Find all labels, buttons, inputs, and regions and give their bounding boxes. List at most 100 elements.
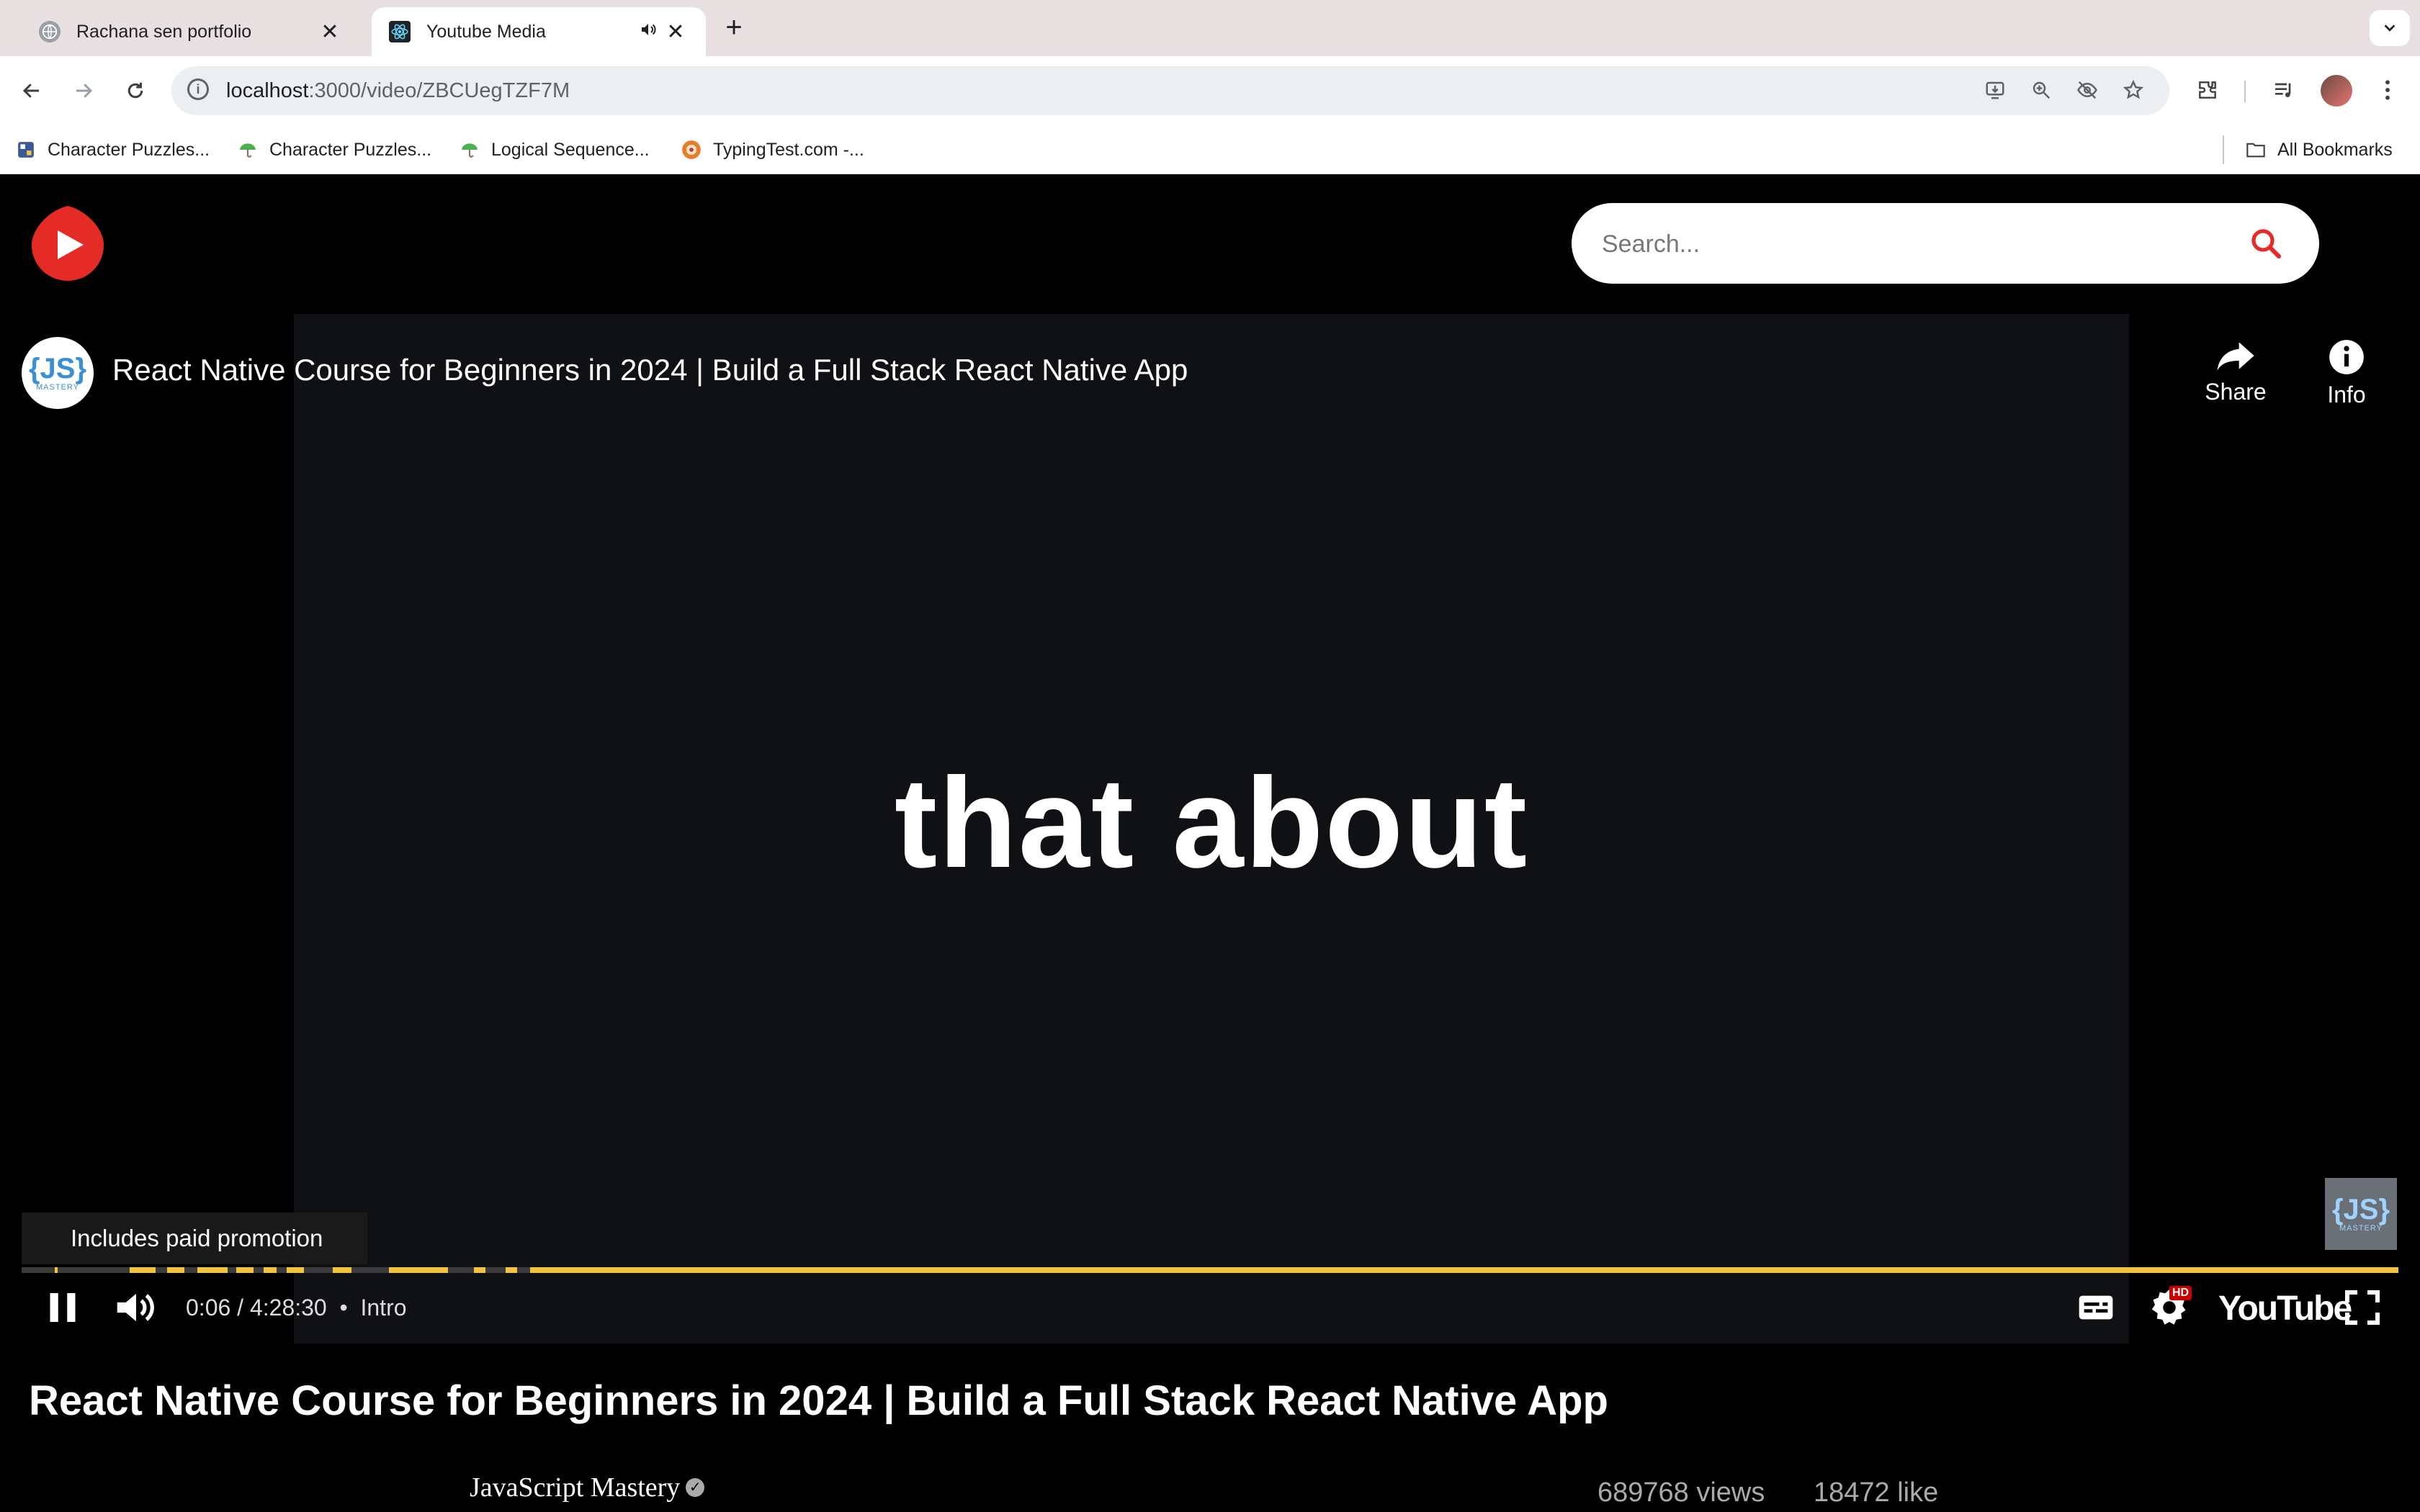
time-total: 4:28:30 — [249, 1295, 327, 1320]
subtitles-icon — [2079, 1295, 2113, 1320]
progress-buffer-segment — [58, 1267, 130, 1273]
eye-off-icon[interactable] — [2073, 79, 2102, 104]
more-menu-icon[interactable] — [2370, 72, 2406, 108]
share-button[interactable]: Share — [2192, 338, 2279, 405]
channel-logo-sub: MASTERY — [36, 383, 79, 392]
bookmark-label: Character Puzzles... — [48, 139, 210, 160]
bookmark-label: TypingTest.com -... — [713, 139, 864, 160]
channel-logo-text: {JS} — [28, 353, 87, 384]
progress-chapter-gap — [304, 1267, 333, 1273]
folder-icon — [2246, 140, 2266, 160]
all-bookmarks-button[interactable]: All Bookmarks — [2246, 137, 2393, 163]
video-caption-text: that about — [894, 751, 1529, 894]
fullscreen-button[interactable] — [2342, 1286, 2385, 1329]
address-bar[interactable]: i localhost:3000/video/ZBCUegTZF7M — [171, 66, 2169, 115]
globe-icon — [39, 21, 60, 42]
progress-chapter-gap — [485, 1267, 506, 1273]
bookmark-logical-sequence[interactable]: Logical Sequence... — [460, 137, 650, 163]
info-icon — [2329, 340, 2364, 374]
url-text: localhost:3000/video/ZBCUegTZF7M — [226, 79, 570, 103]
progress-buffer-segment — [22, 1267, 55, 1273]
video-overlay-title[interactable]: React Native Course for Beginners in 202… — [112, 353, 1188, 387]
zoom-icon[interactable] — [2027, 79, 2056, 104]
tab-rachana-portfolio[interactable]: Rachana sen portfolio ✕ — [22, 7, 360, 56]
url-path: :3000/video/ZBCUegTZF7M — [308, 79, 570, 102]
site-info-icon[interactable]: i — [187, 78, 209, 100]
puzzle-icon — [16, 140, 36, 160]
search-bar — [1572, 203, 2319, 285]
tab-youtube-media[interactable]: Youtube Media ✕ — [372, 7, 706, 56]
progress-chapter-gap — [517, 1267, 530, 1273]
tab-title: Youtube Media — [426, 21, 546, 42]
bookmark-character-puzzles-2[interactable]: Character Puzzles... — [238, 137, 431, 163]
progress-chapter-gap — [448, 1267, 474, 1273]
time-separator-dot: • — [333, 1295, 354, 1320]
progress-chapter-gap — [156, 1267, 167, 1273]
bookmark-character-puzzles-1[interactable]: Character Puzzles... — [16, 137, 210, 163]
close-icon[interactable]: ✕ — [663, 19, 689, 45]
channel-watermark[interactable]: {JS} MASTERY — [2325, 1178, 2397, 1250]
star-icon[interactable] — [2119, 79, 2148, 104]
close-icon[interactable]: ✕ — [317, 19, 343, 45]
bookmarks-bar: Character Puzzles... Character Puzzles..… — [0, 125, 2420, 175]
info-button[interactable]: Info — [2303, 338, 2390, 408]
back-arrow-icon[interactable] — [13, 72, 50, 109]
verified-check-icon: ✓ — [686, 1478, 705, 1497]
progress-chapter-gap — [351, 1267, 389, 1273]
all-bookmarks-label: All Bookmarks — [2277, 139, 2393, 160]
tab-strip: Rachana sen portfolio ✕ Youtube Media ✕ … — [0, 0, 2420, 56]
toolbar-divider — [2244, 81, 2246, 102]
settings-button[interactable]: HD — [2148, 1286, 2198, 1329]
paid-promotion-badge[interactable]: Includes paid promotion — [22, 1212, 367, 1264]
pause-button[interactable] — [45, 1286, 81, 1329]
view-count: 689768 views — [1597, 1477, 1765, 1508]
media-control-icon[interactable] — [2266, 72, 2302, 108]
tab-search-chevron-icon[interactable] — [2370, 10, 2410, 46]
reload-icon[interactable] — [117, 72, 154, 109]
time-current: 0:06 — [186, 1295, 231, 1320]
site-logo-play-icon[interactable] — [29, 203, 107, 284]
url-host: localhost — [226, 79, 309, 102]
bookmark-typingtest[interactable]: TypingTest.com -... — [681, 137, 864, 163]
progress-chapter-gap — [254, 1267, 264, 1273]
umbrella-icon — [460, 140, 480, 160]
progress-chapter-gap — [277, 1267, 287, 1273]
typing-icon — [681, 140, 702, 160]
profile-avatar[interactable] — [2321, 75, 2352, 107]
channel-name[interactable]: JavaScript Mastery ✓ — [470, 1472, 705, 1503]
info-label: Info — [2327, 382, 2366, 408]
speaker-icon[interactable] — [634, 21, 663, 43]
chapter-label[interactable]: Intro — [360, 1295, 406, 1320]
like-count[interactable]: 18472 like — [1814, 1477, 1938, 1508]
watermark-sub: MASTERY — [2339, 1224, 2383, 1233]
channel-name-text: JavaScript Mastery — [470, 1472, 681, 1503]
progress-chapter-gap — [228, 1267, 236, 1273]
time-display: 0:06 / 4:28:30 • Intro — [186, 1295, 407, 1320]
watermark-text: {JS} — [2331, 1194, 2390, 1225]
install-app-icon[interactable] — [1981, 79, 2009, 104]
volume-button[interactable] — [114, 1286, 161, 1329]
progress-bar[interactable] — [22, 1267, 2398, 1273]
extensions-puzzle-icon[interactable] — [2190, 72, 2226, 108]
bookmark-divider — [2223, 135, 2224, 164]
video-title: React Native Course for Beginners in 202… — [29, 1377, 1608, 1424]
search-input[interactable] — [1600, 203, 2251, 285]
channel-avatar[interactable]: {JS} MASTERY — [22, 337, 94, 409]
hd-badge: HD — [2169, 1286, 2192, 1300]
youtube-logo-button[interactable]: YouTube — [2218, 1289, 2352, 1328]
bookmark-label: Logical Sequence... — [491, 139, 650, 160]
forward-arrow-icon[interactable] — [65, 72, 102, 109]
browser-toolbar: i localhost:3000/video/ZBCUegTZF7M — [0, 56, 2420, 125]
subtitles-button[interactable] — [2076, 1286, 2119, 1329]
fullscreen-icon — [2344, 1290, 2380, 1326]
new-tab-button[interactable]: + — [719, 13, 749, 43]
pause-icon — [50, 1293, 76, 1322]
bookmark-label: Character Puzzles... — [269, 139, 432, 160]
search-icon[interactable] — [2249, 226, 2283, 261]
umbrella-icon — [238, 140, 258, 160]
share-icon — [2217, 342, 2254, 371]
progress-chapter-gap — [184, 1267, 197, 1273]
share-label: Share — [2205, 379, 2267, 405]
volume-icon — [117, 1293, 154, 1322]
tab-title: Rachana sen portfolio — [76, 21, 252, 42]
